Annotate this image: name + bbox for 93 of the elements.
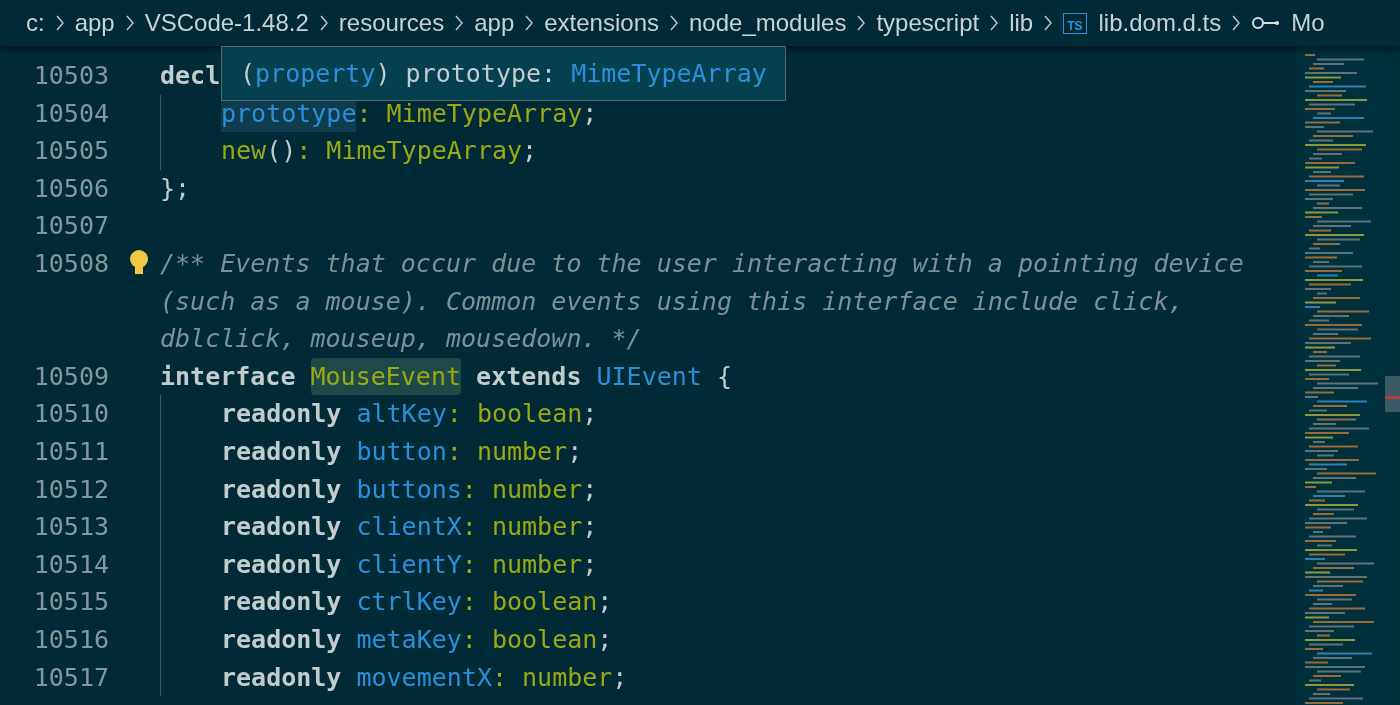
code-token: (such as a mouse). Common events using this interface include click,	[160, 285, 1184, 318]
tooltip-token: ) prototype:	[375, 57, 558, 90]
code-token: button	[356, 435, 447, 468]
line-number: 10507	[32, 210, 109, 243]
code-token: ;	[582, 398, 598, 431]
typescript-file-icon: TS	[1063, 12, 1087, 34]
line-number: 10512	[32, 473, 109, 506]
chevron-icon	[1230, 13, 1243, 33]
code-token: ;	[612, 661, 628, 694]
code-token: readonly	[221, 586, 343, 619]
code-token: : number	[461, 548, 583, 581]
chevron-icon	[523, 13, 536, 33]
code-token: ;	[582, 97, 598, 130]
chevron-icon	[123, 13, 136, 33]
code-token: : MimeTypeArray	[356, 97, 583, 130]
chevron-icon	[988, 13, 1001, 33]
chevron-icon	[1042, 13, 1055, 33]
code-token: : boolean	[446, 398, 583, 431]
code-token: readonly	[221, 435, 343, 468]
code-token: readonly	[221, 548, 343, 581]
line-number: 10510	[32, 398, 109, 431]
tooltip-token: (	[240, 57, 256, 90]
lightbulb-icon[interactable]	[128, 248, 150, 277]
code-token: ctrlKey	[356, 586, 462, 619]
code-token: movementX	[356, 661, 492, 694]
breadcrumb-item[interactable]: resources	[338, 5, 445, 41]
code-token: /** Events that occur due to the user interacting with a pointing device	[160, 247, 1244, 280]
chevron-icon	[53, 13, 66, 33]
code-token: decl	[160, 60, 221, 92]
line-number: 10517	[32, 661, 109, 694]
code-token: ;	[597, 586, 613, 619]
line-number: 10506	[32, 172, 109, 205]
chevron-icon	[855, 13, 868, 33]
code-token: dblclick, mouseup, mousedown. */	[160, 323, 642, 356]
breadcrumb-item[interactable]: lib.dom.d.ts	[1098, 5, 1222, 41]
line-number: 10503	[32, 60, 109, 92]
breadcrumb-item[interactable]: Mo	[1291, 5, 1325, 41]
chevron-icon	[453, 13, 466, 33]
code-token: : number	[491, 661, 613, 694]
code-token: : boolean	[461, 623, 598, 656]
line-number: 10515	[32, 586, 109, 619]
code-token: {	[715, 360, 732, 393]
line-number: 10513	[32, 511, 109, 544]
property-icon	[1251, 15, 1282, 31]
code-token: : number	[461, 473, 583, 506]
code-token: buttons	[356, 473, 462, 506]
breadcrumb-item[interactable]: app	[474, 5, 515, 41]
code-token: clientX	[356, 511, 462, 544]
code-token: readonly	[221, 511, 343, 544]
code-token: altKey	[356, 398, 447, 431]
code-token: UIEvent	[596, 360, 702, 393]
breadcrumb-item[interactable]: app	[74, 5, 115, 41]
line-number: 10509	[32, 360, 109, 393]
chevron-icon	[317, 13, 330, 33]
code-token: readonly	[221, 661, 343, 694]
line-number: 10508	[32, 247, 109, 280]
code-token: ;	[567, 435, 583, 468]
breadcrumb-item[interactable]: VSCode-1.48.2	[144, 5, 309, 41]
chevron-icon	[668, 13, 680, 33]
scrollbar-marker	[1385, 396, 1400, 399]
breadcrumb-item[interactable]: lib	[1009, 5, 1034, 41]
code-token: ;	[522, 135, 538, 168]
code-token: ()	[266, 135, 297, 168]
code-token: ;	[597, 623, 613, 656]
code-token: : number	[446, 435, 568, 468]
code-token: };	[160, 172, 191, 205]
code-token: new	[221, 135, 267, 168]
code-token: interface	[160, 360, 297, 393]
breadcrumb-item[interactable]: extensions	[544, 5, 659, 41]
code-token: ;	[582, 511, 598, 544]
code-token: MouseEvent	[310, 357, 462, 396]
code-token: readonly	[221, 623, 343, 656]
line-number: 10511	[32, 435, 109, 468]
code-token: : boolean	[461, 586, 598, 619]
breadcrumb-item[interactable]: node_modules	[689, 5, 847, 41]
breadcrumb-item[interactable]: c:	[26, 5, 45, 41]
code-token: extends	[475, 360, 583, 393]
line-number: 10504	[32, 97, 109, 130]
line-number: 10514	[32, 548, 109, 581]
code-token: readonly	[221, 398, 343, 431]
code-token: readonly	[221, 473, 343, 506]
code-token: : number	[461, 511, 583, 544]
tooltip-token: MimeTypeArray	[571, 57, 767, 90]
code-token: ;	[582, 548, 598, 581]
code-token: ;	[582, 473, 598, 506]
breadcrumb-item[interactable]: typescript	[876, 5, 980, 41]
code-token: metaKey	[356, 623, 462, 656]
line-number: 10516	[32, 623, 109, 656]
scrollbar[interactable]	[1385, 46, 1400, 705]
code-token: clientY	[356, 548, 462, 581]
tooltip-token: property	[255, 57, 376, 90]
code-token: : MimeTypeArray	[296, 135, 523, 168]
line-number: 10505	[32, 135, 109, 168]
